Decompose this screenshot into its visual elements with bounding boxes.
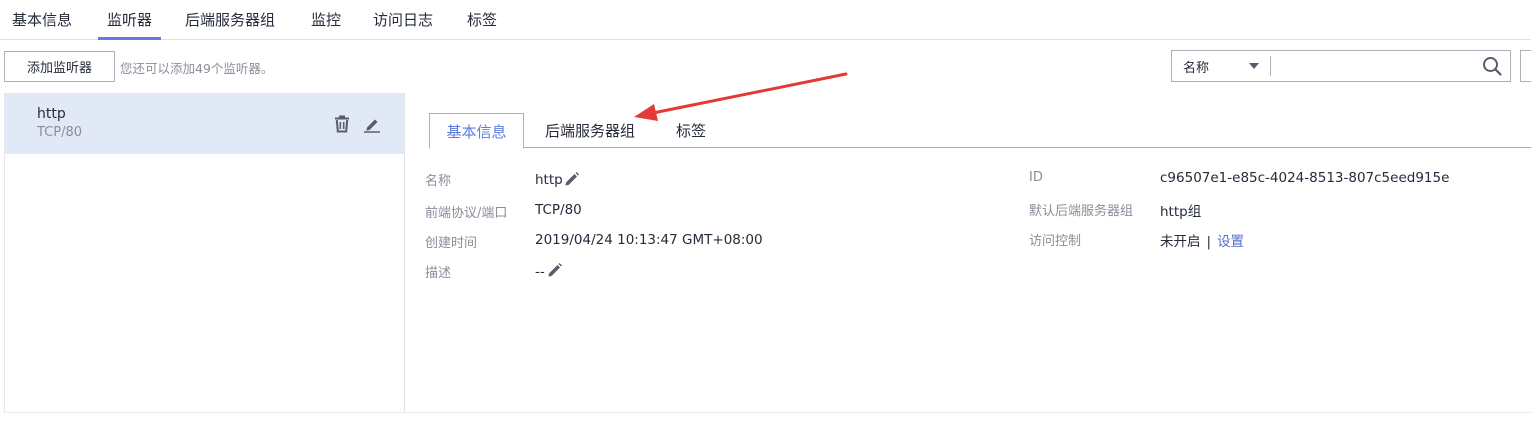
access-control-divider: |	[1206, 234, 1212, 250]
created-value: 2019/04/24 10:13:47 GMT+08:00	[535, 232, 763, 248]
listener-quota-hint: 您还可以添加49个监听器。	[120, 61, 274, 76]
frontend-value: TCP/80	[535, 202, 582, 218]
edit-description-pencil-icon[interactable]	[547, 262, 563, 278]
tab-monitoring[interactable]: 监控	[311, 9, 341, 40]
access-control-settings-link[interactable]: 设置	[1217, 234, 1244, 250]
default-group-label: 默认后端服务器组	[1029, 204, 1134, 219]
id-value: c96507e1-e85c-4024-8513-807c5eed915e	[1160, 170, 1450, 186]
detail-tab-basic-info[interactable]: 基本信息	[429, 113, 524, 149]
trash-icon[interactable]	[333, 115, 351, 133]
search-input[interactable]	[1271, 50, 1511, 82]
annotation-arrow-icon	[634, 72, 848, 121]
edit-name-pencil-icon[interactable]	[564, 171, 580, 187]
access-control-label: 访问控制	[1029, 234, 1082, 249]
chevron-down-icon[interactable]	[1249, 63, 1259, 69]
tab-listeners[interactable]: 监听器	[98, 9, 162, 40]
listener-protocol-port: TCP/80	[37, 125, 83, 140]
detail-tab-bar: 基本信息 后端服务器组 标签	[429, 113, 1531, 149]
access-control-status: 未开启	[1160, 234, 1201, 250]
name-label: 名称	[425, 174, 452, 189]
listener-list-item[interactable]: http TCP/80	[5, 94, 404, 154]
description-label: 描述	[425, 266, 452, 281]
default-group-value: http组	[1160, 204, 1202, 220]
listener-list: http TCP/80	[4, 93, 404, 413]
listener-detail-panel: 基本信息 后端服务器组 标签 名称 http 前端协议/端口 TCP/80 创建…	[404, 93, 1531, 413]
tab-basic-info[interactable]: 基本信息	[12, 9, 72, 40]
listener-name: http	[37, 106, 66, 122]
pencil-icon[interactable]	[363, 115, 381, 133]
add-listener-button[interactable]: 添加监听器	[4, 51, 115, 82]
toolbar-extra-button[interactable]	[1520, 50, 1531, 82]
frontend-label: 前端协议/端口	[425, 206, 508, 221]
search-icon[interactable]	[1482, 56, 1502, 76]
name-value: http	[535, 172, 563, 188]
description-value: --	[535, 264, 545, 280]
top-tab-bar: 基本信息 监听器 后端服务器组 监控 访问日志 标签	[0, 0, 1531, 40]
access-control-row: 未开启 | 设置	[1160, 230, 1244, 250]
filter-selected-label: 名称	[1183, 60, 1210, 76]
tab-backend-groups[interactable]: 后端服务器组	[185, 9, 275, 40]
created-label: 创建时间	[425, 236, 478, 251]
tab-tags[interactable]: 标签	[467, 9, 497, 40]
tab-access-logs[interactable]: 访问日志	[373, 9, 433, 40]
id-label: ID	[1029, 170, 1043, 185]
